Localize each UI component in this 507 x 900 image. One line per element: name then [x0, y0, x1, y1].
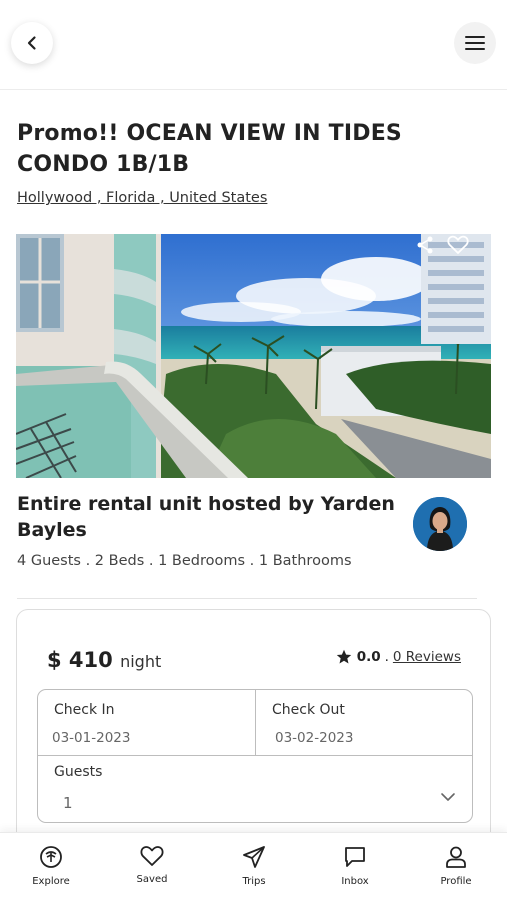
booking-fields: Check In 03-01-2023 Check Out 03-02-2023… — [37, 689, 473, 823]
guests-select[interactable]: Guests 1 — [38, 756, 472, 822]
heart-icon[interactable] — [447, 235, 469, 255]
top-bar — [0, 0, 507, 90]
nav-label-profile: Profile — [440, 876, 472, 887]
listing-title: Promo!! OCEAN VIEW IN TIDES CONDO 1B/1B — [17, 121, 402, 177]
rating-summary: 0.0 . 0 Reviews — [336, 649, 461, 665]
share-icon[interactable] — [415, 235, 435, 255]
listing-specs: 4 Guests . 2 Beds . 1 Bedrooms . 1 Bathr… — [17, 553, 352, 569]
chat-bubble-icon — [345, 847, 365, 867]
booking-card: $ 410 night 0.0 . 0 Reviews Check In 03-… — [16, 609, 491, 869]
nav-label-explore: Explore — [32, 876, 70, 887]
nav-item-profile[interactable]: Profile — [421, 845, 491, 887]
check-out-value: 03-02-2023 — [275, 730, 354, 746]
host-photo — [413, 497, 467, 551]
nav-label-inbox: Inbox — [341, 876, 369, 887]
nav-label-trips: Trips — [242, 876, 266, 887]
heart-icon — [140, 846, 164, 866]
nav-item-explore[interactable]: Explore — [16, 845, 86, 887]
host-heading: Entire rental unit hosted by Yarden Bayl… — [17, 493, 395, 541]
reviews-link[interactable]: 0 Reviews — [393, 649, 461, 665]
back-button[interactable] — [11, 22, 53, 64]
check-out-label: Check Out — [272, 702, 345, 718]
check-out-field[interactable]: Check Out 03-02-2023 — [256, 690, 472, 756]
hamburger-menu-icon — [465, 36, 485, 50]
section-divider — [17, 598, 477, 599]
user-icon — [446, 846, 466, 868]
host-avatar[interactable] — [413, 497, 467, 551]
listing-location-link[interactable]: Hollywood , Florida , United States — [17, 190, 267, 206]
guests-label: Guests — [54, 764, 103, 780]
rating-separator: . — [384, 649, 389, 665]
nav-item-saved[interactable]: Saved — [117, 845, 187, 885]
rating-score: 0.0 — [356, 649, 381, 665]
price-amount: $ 410 — [47, 648, 113, 672]
bottom-navigation: Explore Saved Trips Inbox Profile — [0, 832, 507, 900]
nav-label-saved: Saved — [136, 874, 168, 885]
paper-plane-icon — [243, 846, 265, 868]
chevron-down-icon — [441, 793, 455, 801]
nav-item-trips[interactable]: Trips — [219, 845, 289, 887]
explore-icon — [40, 846, 62, 868]
star-icon — [336, 649, 351, 664]
check-in-label: Check In — [54, 702, 115, 718]
ocean-view-photo — [16, 234, 491, 478]
menu-button[interactable] — [454, 22, 496, 64]
chevron-left-icon — [27, 36, 36, 50]
price-display: $ 410 night — [47, 648, 161, 672]
photo-actions — [415, 234, 469, 256]
listing-photo[interactable] — [16, 234, 491, 478]
price-unit: night — [120, 652, 162, 671]
guests-value: 1 — [63, 794, 73, 812]
check-in-value: 03-01-2023 — [52, 730, 131, 746]
nav-item-inbox[interactable]: Inbox — [320, 845, 390, 887]
check-in-field[interactable]: Check In 03-01-2023 — [38, 690, 256, 756]
